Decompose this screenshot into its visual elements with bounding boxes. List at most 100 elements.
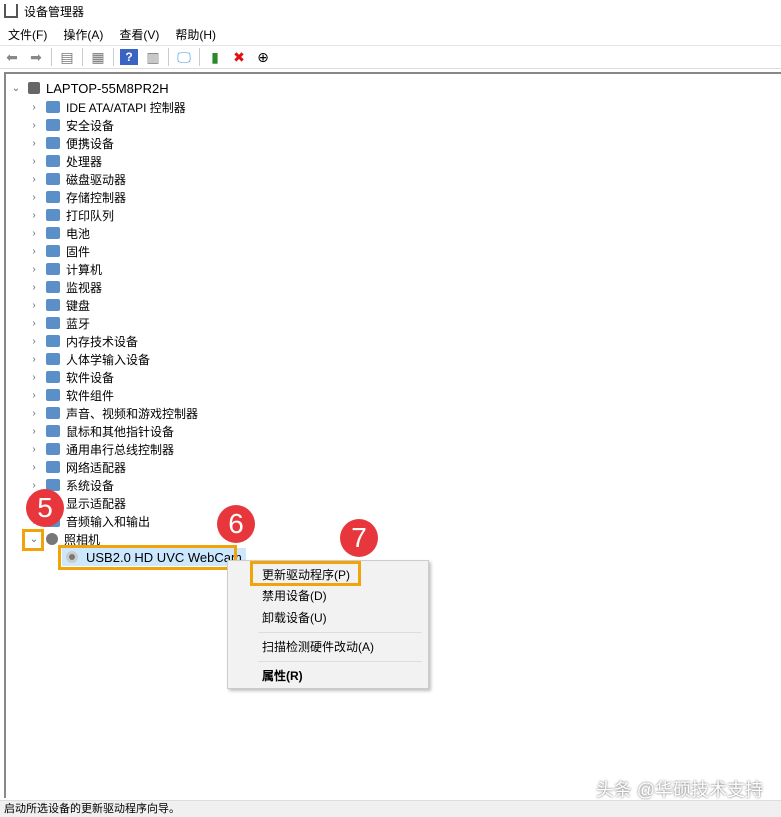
tree-category[interactable]: › 声音、视频和游戏控制器 bbox=[28, 404, 198, 422]
tree-category[interactable]: › 监视器 bbox=[28, 278, 102, 296]
device-category-icon bbox=[46, 227, 60, 239]
tree-category-label: 便携设备 bbox=[66, 136, 115, 151]
chevron-right-icon[interactable]: › bbox=[28, 228, 40, 239]
chevron-right-icon[interactable]: › bbox=[28, 444, 40, 455]
highlight-update bbox=[250, 561, 361, 586]
chevron-right-icon[interactable]: › bbox=[28, 480, 40, 491]
chevron-right-icon[interactable]: › bbox=[28, 426, 40, 437]
action-pane-icon[interactable]: ▥ bbox=[144, 49, 162, 65]
tree-category[interactable]: › 内存技术设备 bbox=[28, 332, 138, 350]
help-icon[interactable]: ? bbox=[120, 49, 138, 65]
device-category-icon bbox=[46, 371, 60, 383]
computer-icon bbox=[28, 82, 40, 94]
tree-category-label: 打印队列 bbox=[66, 208, 115, 223]
tree-category[interactable]: › 电池 bbox=[28, 224, 90, 242]
forward-icon[interactable]: ➡ bbox=[27, 49, 45, 65]
chevron-right-icon[interactable]: › bbox=[28, 390, 40, 401]
menu-help[interactable]: 帮助(H) bbox=[167, 26, 224, 43]
chevron-right-icon[interactable]: › bbox=[28, 210, 40, 221]
divider bbox=[82, 48, 83, 66]
chevron-right-icon[interactable]: › bbox=[28, 408, 40, 419]
back-icon[interactable]: ⬅ bbox=[3, 49, 21, 65]
device-category-icon bbox=[46, 335, 60, 347]
divider bbox=[199, 48, 200, 66]
chevron-right-icon[interactable]: › bbox=[28, 174, 40, 185]
tree-category[interactable]: › 软件组件 bbox=[28, 386, 114, 404]
chevron-right-icon[interactable]: › bbox=[28, 354, 40, 365]
chevron-down-icon[interactable]: ⌄ bbox=[10, 83, 22, 94]
tree-category[interactable]: › 键盘 bbox=[28, 296, 90, 314]
device-category-icon bbox=[46, 173, 60, 185]
tree-category[interactable]: › 固件 bbox=[28, 242, 90, 260]
divider bbox=[258, 661, 422, 662]
chevron-right-icon[interactable]: › bbox=[28, 336, 40, 347]
device-category-icon bbox=[46, 119, 60, 131]
tree-category[interactable]: › 打印队列 bbox=[28, 206, 114, 224]
tree-category-label: 计算机 bbox=[66, 262, 103, 277]
device-category-icon bbox=[46, 389, 60, 401]
chevron-right-icon[interactable]: › bbox=[28, 264, 40, 275]
tree-category-label: 存储控制器 bbox=[66, 190, 127, 205]
download-icon[interactable]: ⊕ bbox=[254, 49, 272, 65]
menu-file[interactable]: 文件(F) bbox=[0, 26, 55, 43]
chevron-right-icon[interactable]: › bbox=[28, 282, 40, 293]
device-manager-icon bbox=[4, 4, 18, 18]
chevron-right-icon[interactable]: › bbox=[28, 300, 40, 311]
tree-category[interactable]: › 鼠标和其他指针设备 bbox=[28, 422, 174, 440]
menu-item-scan[interactable]: 扫描检测硬件改动(A) bbox=[262, 637, 374, 657]
tree-category[interactable]: › 磁盘驱动器 bbox=[28, 170, 126, 188]
scan-monitor-icon[interactable]: 🖵 bbox=[175, 49, 193, 65]
tree-category[interactable]: › 便携设备 bbox=[28, 134, 114, 152]
chevron-right-icon[interactable]: › bbox=[28, 138, 40, 149]
step-badge-5: 5 bbox=[26, 489, 64, 527]
device-category-icon bbox=[46, 425, 60, 437]
show-hide-tree-icon[interactable]: ▤ bbox=[58, 49, 76, 65]
chevron-right-icon[interactable]: › bbox=[28, 120, 40, 131]
menu-item-disable[interactable]: 禁用设备(D) bbox=[262, 586, 327, 606]
tree-category[interactable]: › 通用串行总线控制器 bbox=[28, 440, 174, 458]
device-category-icon bbox=[46, 245, 60, 257]
chevron-right-icon[interactable]: › bbox=[28, 372, 40, 383]
chevron-right-icon[interactable]: › bbox=[28, 462, 40, 473]
divider bbox=[168, 48, 169, 66]
tree-category[interactable]: › 软件设备 bbox=[28, 368, 114, 386]
chevron-right-icon[interactable]: › bbox=[28, 246, 40, 257]
update-driver-icon[interactable]: ▮ bbox=[206, 49, 224, 65]
properties-icon[interactable]: ▦ bbox=[89, 49, 107, 65]
menu-action[interactable]: 操作(A) bbox=[55, 26, 111, 43]
tree-category[interactable]: › 安全设备 bbox=[28, 116, 114, 134]
chevron-right-icon[interactable]: › bbox=[28, 156, 40, 167]
highlight-webcam bbox=[58, 545, 237, 570]
chevron-right-icon[interactable]: › bbox=[28, 318, 40, 329]
tree-category[interactable]: › IDE ATA/ATAPI 控制器 bbox=[28, 98, 185, 116]
tree-root[interactable]: ⌄ LAPTOP-55M8PR2H bbox=[10, 79, 169, 97]
device-category-icon bbox=[46, 137, 60, 149]
tree-category[interactable]: › 网络适配器 bbox=[28, 458, 126, 476]
tree-category[interactable]: › 存储控制器 bbox=[28, 188, 126, 206]
device-category-icon bbox=[46, 299, 60, 311]
device-category-icon bbox=[46, 209, 60, 221]
chevron-right-icon[interactable]: › bbox=[28, 192, 40, 203]
tree-root-label: LAPTOP-55M8PR2H bbox=[46, 80, 169, 96]
tree-category-label: 固件 bbox=[66, 244, 91, 259]
tree-category-label: 软件组件 bbox=[66, 388, 115, 403]
menu-item-properties[interactable]: 属性(R) bbox=[262, 666, 303, 686]
device-category-icon bbox=[46, 263, 60, 275]
device-category-icon bbox=[46, 443, 60, 455]
device-category-icon bbox=[46, 155, 60, 167]
device-category-icon bbox=[46, 281, 60, 293]
tree-category[interactable]: › 人体学输入设备 bbox=[28, 350, 150, 368]
device-category-icon bbox=[46, 533, 58, 545]
title-bar: 设备管理器 bbox=[0, 0, 781, 22]
tree-category[interactable]: › 处理器 bbox=[28, 152, 102, 170]
toolbar: ⬅ ➡ ▤ ▦ ? ▥ 🖵 ▮ ✖ ⊕ bbox=[0, 45, 781, 69]
tree-category-label: 磁盘驱动器 bbox=[66, 172, 127, 187]
device-category-icon bbox=[46, 317, 60, 329]
uninstall-icon[interactable]: ✖ bbox=[230, 49, 248, 65]
tree-category[interactable]: › 蓝牙 bbox=[28, 314, 90, 332]
tree-category[interactable]: › 计算机 bbox=[28, 260, 102, 278]
divider bbox=[258, 632, 422, 633]
menu-view[interactable]: 查看(V) bbox=[111, 26, 167, 43]
chevron-right-icon[interactable]: › bbox=[28, 102, 40, 113]
menu-item-uninstall[interactable]: 卸载设备(U) bbox=[262, 608, 327, 628]
